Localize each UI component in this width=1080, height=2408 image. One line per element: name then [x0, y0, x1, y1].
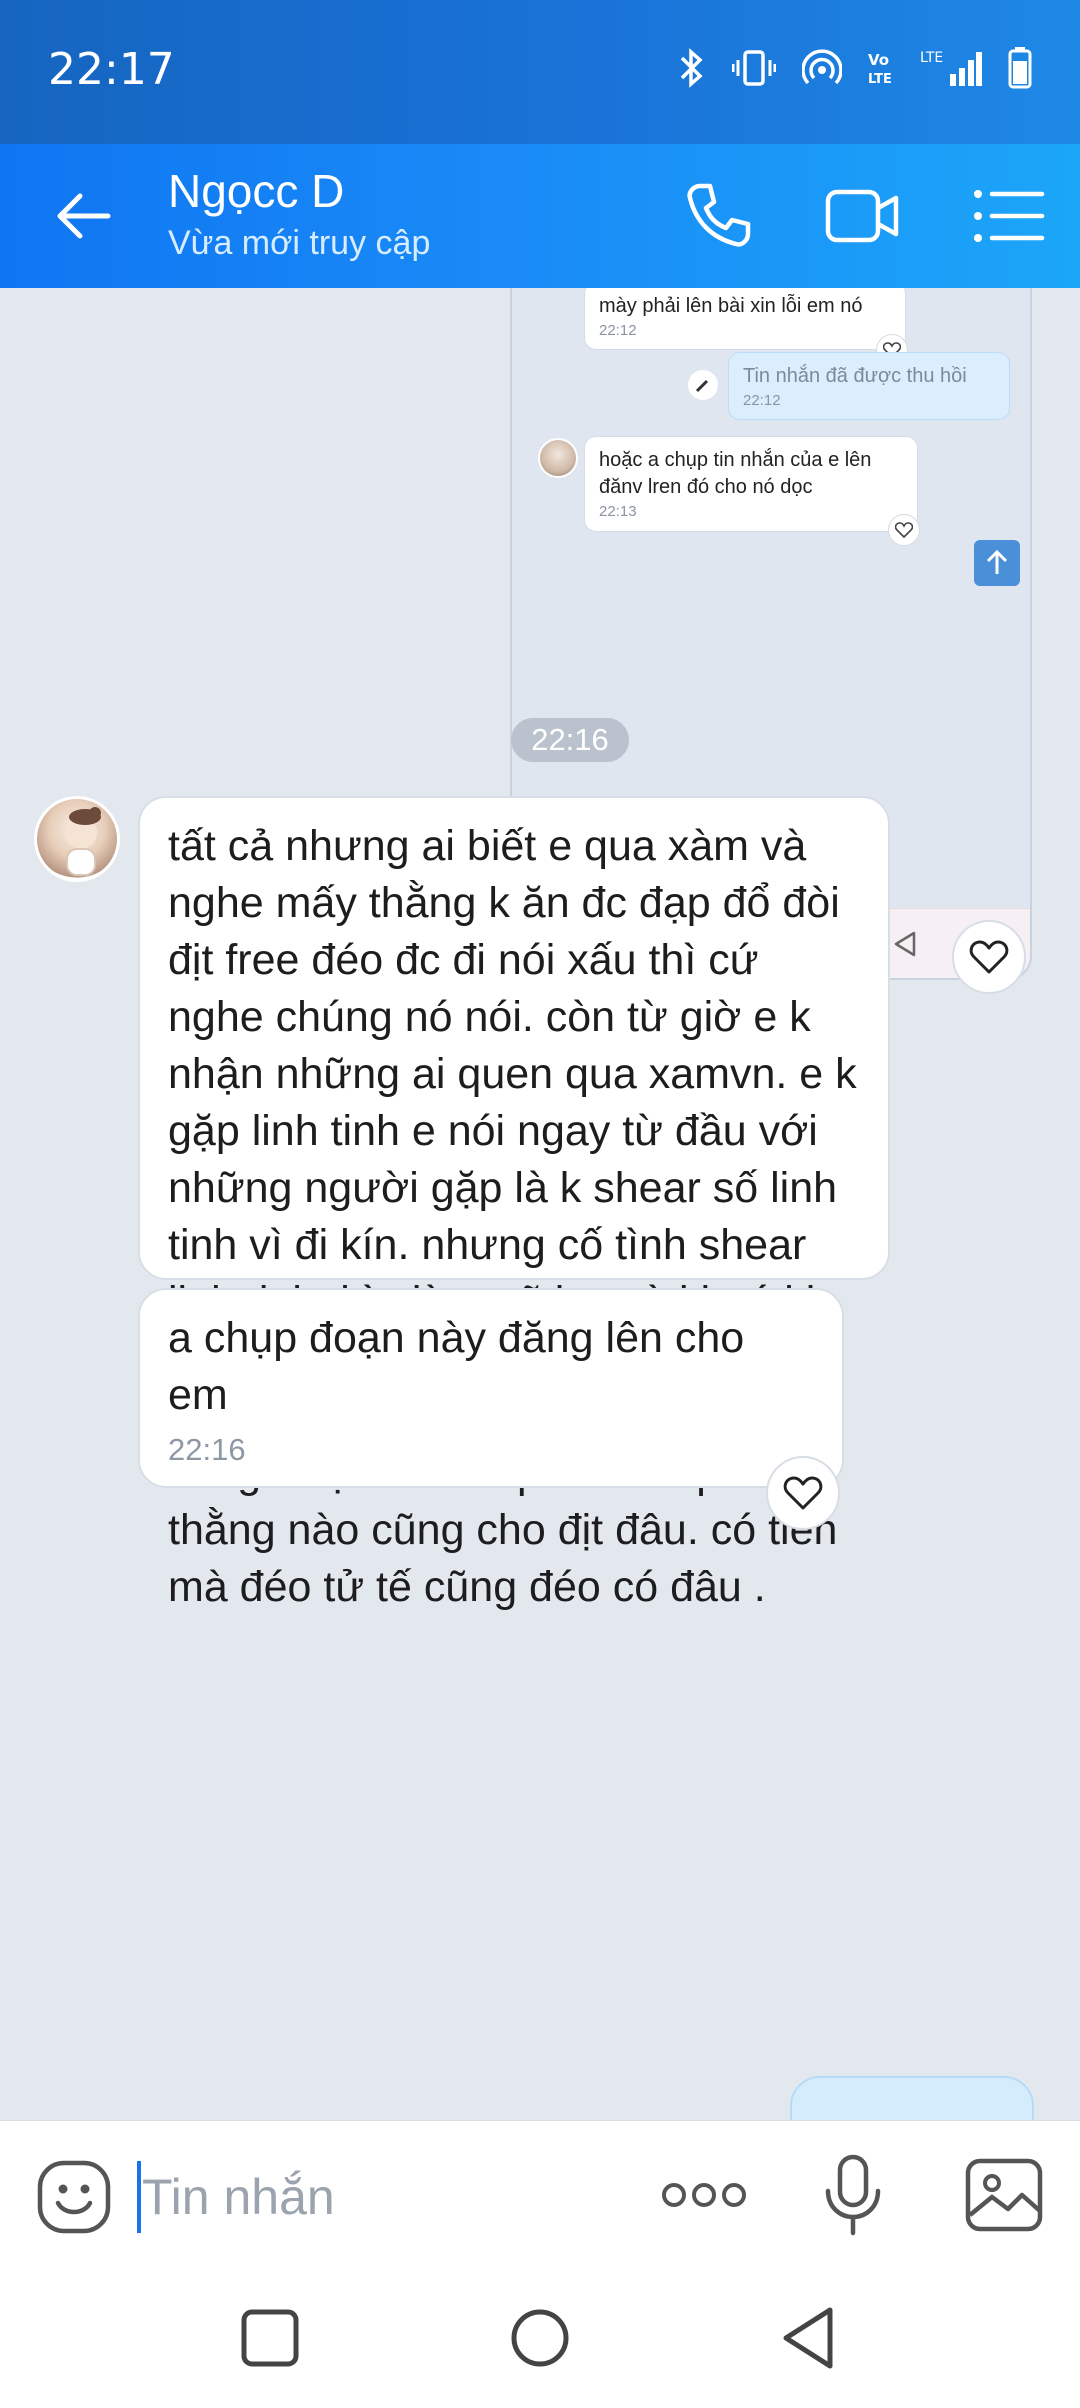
image-icon[interactable]: [964, 2157, 1044, 2233]
heart-icon: [969, 940, 1009, 974]
heart-icon: [888, 514, 920, 546]
lte-signal-icon: LTE: [920, 50, 982, 86]
vibrate-icon: [732, 50, 776, 86]
react-heart-button[interactable]: [952, 920, 1026, 994]
hotspot-icon: [802, 49, 842, 85]
more-dots-icon[interactable]: [660, 2175, 748, 2215]
screenshot-message: mày phải lên bài xin lỗi em nó 22:12: [584, 288, 906, 350]
react-heart-button[interactable]: [766, 1456, 840, 1530]
screenshot-avatar: [538, 438, 578, 478]
status-icons: Vo LTE LTE: [678, 46, 1032, 90]
screenshot-message-time: 22:12: [599, 322, 637, 339]
message-text: a chụp đoạn này đăng lên cho em: [168, 1314, 745, 1419]
video-camera-icon[interactable]: [824, 178, 900, 254]
contact-name[interactable]: Ngọcc D: [168, 164, 344, 218]
message-input[interactable]: [142, 2159, 602, 2235]
chat-area[interactable]: mày phải lên bài xin lỗi em nó 22:12 Tin…: [0, 288, 1080, 2120]
pencil-icon: [688, 370, 718, 400]
status-time: 22:17: [48, 44, 175, 95]
svg-text:Vo: Vo: [868, 51, 889, 69]
contact-status: Vừa mới truy cập: [168, 224, 431, 262]
bluetooth-icon: [680, 48, 703, 88]
time-separator: 22:16: [511, 718, 629, 762]
emoji-icon[interactable]: [36, 2159, 112, 2235]
back-icon[interactable]: [772, 2302, 844, 2374]
text-cursor: [137, 2161, 141, 2233]
screenshot-message: hoặc a chụp tin nhắn của e lên đănv lren…: [584, 436, 918, 532]
screenshot-recalled-message: Tin nhắn đã được thu hồi 22:12: [728, 352, 1010, 420]
screenshot-message-text: hoặc a chụp tin nhắn của e lên đănv lren…: [599, 449, 872, 498]
home-icon[interactable]: [504, 2302, 576, 2374]
menu-list-icon[interactable]: [970, 178, 1046, 254]
status-bar: 22:17 Vo LTE LTE: [0, 0, 1080, 144]
svg-text:LTE: LTE: [868, 72, 892, 87]
message-composer: [0, 2120, 1080, 2270]
triangle-icon: [894, 931, 916, 957]
incoming-message[interactable]: a chụp đoạn này đăng lên cho em 22:16: [138, 1288, 844, 1488]
screenshot-message-text: Tin nhắn đã được thu hồi: [743, 365, 967, 387]
outgoing-message-partial[interactable]: [790, 2076, 1034, 2120]
phone-icon[interactable]: [680, 178, 756, 254]
system-nav-bar: [0, 2270, 1080, 2408]
microphone-icon[interactable]: [820, 2153, 886, 2239]
message-text: tất cả nhưng ai biết e qua xàm và nghe m…: [168, 822, 857, 1611]
screenshot-message-text: mày phải lên bài xin lỗi em nó: [599, 295, 863, 317]
chat-header: Ngọcc D Vừa mới truy cập: [0, 144, 1080, 288]
incoming-message[interactable]: tất cả nhưng ai biết e qua xàm và nghe m…: [138, 796, 890, 1611]
svg-text:LTE: LTE: [920, 50, 943, 66]
message-time: 22:16: [168, 1432, 246, 1467]
volte-icon: Vo LTE: [868, 51, 892, 87]
contact-avatar[interactable]: [34, 796, 120, 882]
recent-apps-icon[interactable]: [234, 2302, 306, 2374]
screenshot-message-time: 22:12: [743, 392, 781, 409]
back-arrow-icon[interactable]: [50, 182, 118, 250]
battery-icon: [1008, 47, 1032, 89]
scroll-up-icon: [974, 540, 1020, 586]
screenshot-message-time: 22:13: [599, 503, 637, 520]
heart-icon: [783, 1476, 823, 1510]
